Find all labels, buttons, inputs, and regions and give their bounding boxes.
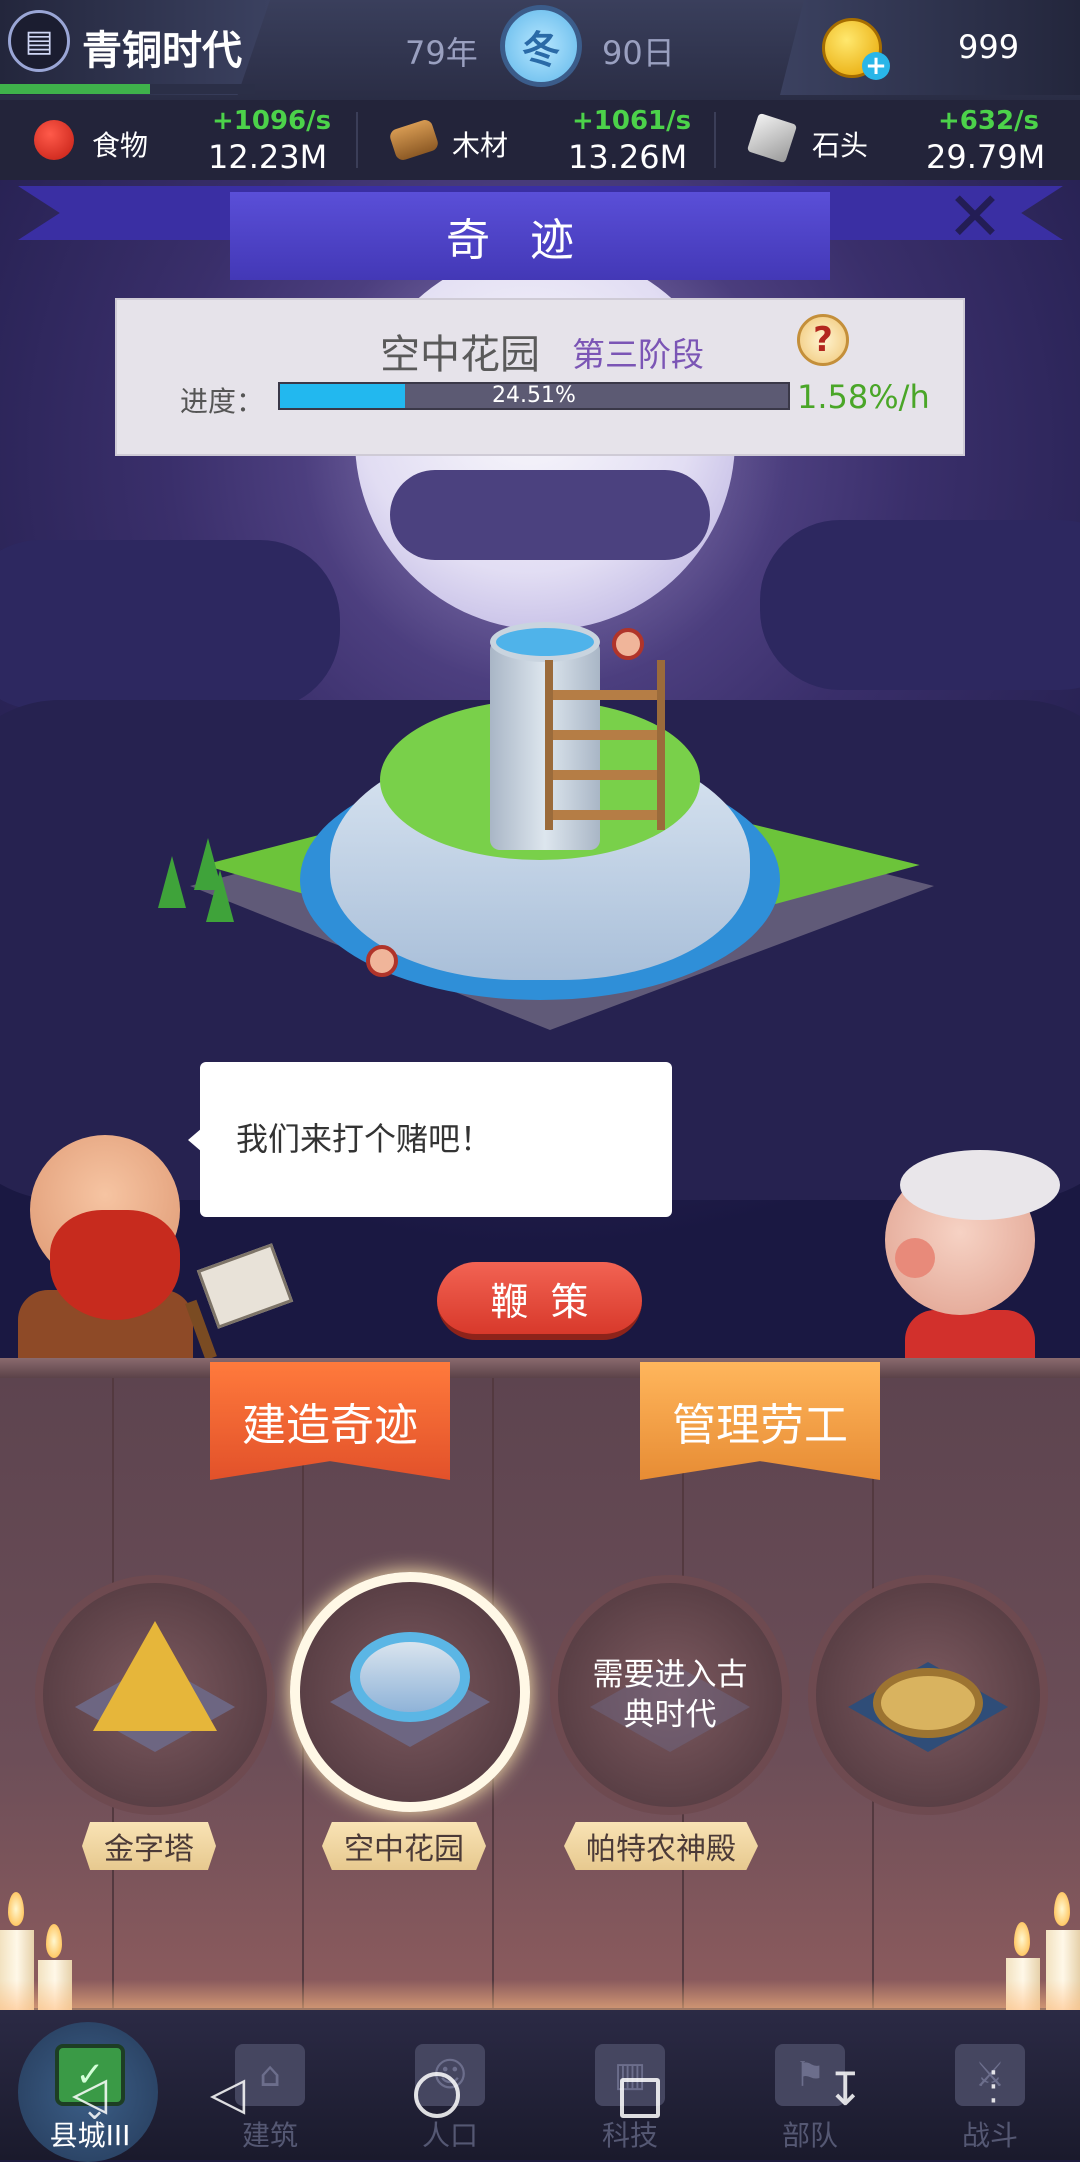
bottom-glow bbox=[0, 1980, 1080, 2010]
old-man-body bbox=[905, 1310, 1035, 1360]
food-total: 12.23M bbox=[208, 138, 328, 176]
colosseum-icon bbox=[873, 1668, 983, 1738]
wonder-option-colosseum[interactable] bbox=[808, 1575, 1048, 1815]
candle-flame bbox=[8, 1892, 24, 1926]
hanging-gardens-icon bbox=[350, 1632, 470, 1722]
shelf-edge bbox=[0, 1358, 1080, 1378]
candle-flame bbox=[1014, 1922, 1030, 1956]
stone-total: 29.79M bbox=[926, 138, 1046, 176]
candle-flame bbox=[1054, 1892, 1070, 1926]
close-button[interactable]: ✕ bbox=[945, 184, 1005, 252]
wooden-scaffold bbox=[545, 660, 665, 830]
nav-troops[interactable]: ⚑ 部队 bbox=[720, 2010, 900, 2160]
day-text: 90日 bbox=[602, 34, 675, 72]
wonder-option-parthenon[interactable]: 需要进入古典时代 bbox=[550, 1575, 790, 1815]
cypress-tree bbox=[206, 870, 234, 922]
progress-label: 进度： bbox=[180, 385, 265, 418]
wood-total: 13.26M bbox=[568, 138, 688, 176]
coin-amount: 999 bbox=[958, 28, 1020, 66]
house-icon: ⌂ bbox=[235, 2044, 305, 2106]
wonder-name: 空中花园 bbox=[380, 332, 540, 378]
wonder-progress-rate: 1.58%/h bbox=[797, 378, 930, 416]
tower-water-pool bbox=[490, 622, 600, 662]
worker-figure bbox=[612, 628, 644, 660]
system-more-icon[interactable]: · · · bbox=[988, 2056, 999, 2118]
season-badge: 冬 bbox=[500, 5, 582, 87]
food-rate: +1096/s bbox=[212, 106, 332, 136]
cloud bbox=[0, 540, 340, 710]
age-progress-bar bbox=[0, 84, 255, 94]
stone-label: 石头 bbox=[812, 129, 869, 162]
wonder-locked-text: 需要进入古典时代 bbox=[592, 1657, 748, 1733]
cypress-tree bbox=[158, 856, 186, 908]
wonder-stage: 第三阶段 bbox=[572, 335, 704, 374]
system-down-icon[interactable]: ⌄ bbox=[82, 2092, 107, 2127]
stone-rate: +632/s bbox=[938, 106, 1040, 136]
speech-bubble-tail bbox=[188, 1128, 202, 1152]
resource-separator bbox=[714, 112, 716, 168]
dwarf-beard bbox=[50, 1210, 180, 1320]
whip-button[interactable]: 鞭策 bbox=[437, 1262, 642, 1340]
wonder-progress-text: 24.51% bbox=[492, 383, 576, 408]
wonder-option-hanging-gardens[interactable] bbox=[290, 1572, 530, 1812]
apple-icon bbox=[34, 120, 74, 160]
age-progress-fill bbox=[0, 84, 150, 94]
year-text: 79年 bbox=[405, 34, 478, 72]
wonder-label-parthenon: 帕特农神殿 bbox=[564, 1822, 758, 1870]
food-label: 食物 bbox=[92, 129, 149, 162]
wonder-option-pyramid[interactable] bbox=[35, 1575, 275, 1815]
system-recents-icon[interactable] bbox=[620, 2078, 660, 2118]
nav-label: 部队 bbox=[781, 2119, 838, 2152]
nav-label: 人口 bbox=[421, 2119, 478, 2152]
worker-figure bbox=[366, 945, 398, 977]
nav-label: 科技 bbox=[601, 2119, 658, 2152]
age-title: 青铜时代 bbox=[82, 28, 242, 74]
candle-flame bbox=[46, 1924, 62, 1958]
resource-bar bbox=[0, 100, 1080, 180]
wood-rate: +1061/s bbox=[572, 106, 692, 136]
page-title: 奇迹 bbox=[230, 192, 830, 280]
wood-label: 木材 bbox=[452, 129, 509, 162]
cloud bbox=[390, 470, 710, 560]
old-man-hair bbox=[900, 1150, 1060, 1220]
resource-separator bbox=[356, 112, 358, 168]
wonder-progress-bar: 24.51% bbox=[278, 382, 790, 410]
nav-label: 建筑 bbox=[241, 2119, 298, 2152]
wonder-label-hanging-gardens: 空中花园 bbox=[322, 1822, 486, 1870]
pyramid-icon bbox=[93, 1621, 217, 1731]
cloud bbox=[760, 520, 1080, 690]
help-icon[interactable]: ? bbox=[797, 314, 849, 366]
wonder-label-pyramid: 金字塔 bbox=[82, 1822, 216, 1870]
system-back-icon[interactable]: ◁ bbox=[210, 2066, 245, 2120]
system-hide-nav-icon[interactable]: ↧ bbox=[826, 2062, 865, 2116]
age-emblem-icon[interactable]: ▤ bbox=[8, 10, 70, 72]
system-home-icon[interactable] bbox=[414, 2072, 460, 2118]
add-coins-icon[interactable]: + bbox=[862, 51, 890, 81]
nav-buildings[interactable]: ⌂ 建筑 bbox=[180, 2010, 360, 2160]
old-man-nose bbox=[895, 1238, 935, 1278]
speech-text: 我们来打个赌吧！ bbox=[236, 1120, 493, 1158]
